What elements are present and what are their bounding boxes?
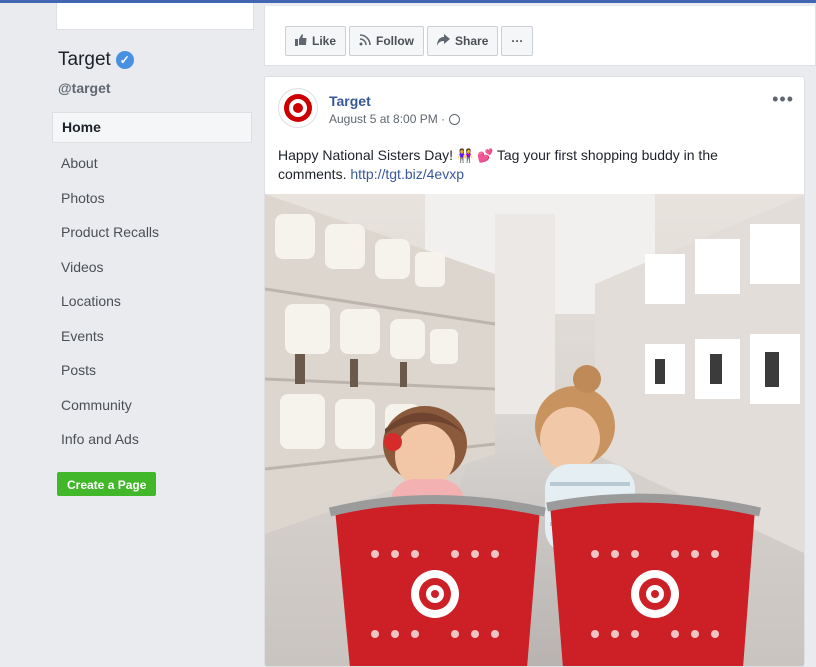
post-meta: August 5 at 8:00 PM ·	[329, 112, 461, 126]
more-actions-button[interactable]: ···	[501, 26, 534, 56]
sisters-emoji-icon: 👭	[456, 148, 474, 163]
sidebar-item-about[interactable]: About	[52, 146, 252, 181]
thumbs-up-icon	[295, 33, 307, 49]
hearts-emoji-icon: 💕	[477, 148, 494, 163]
globe-icon	[449, 113, 461, 125]
sidebar-item-community[interactable]: Community	[52, 388, 252, 423]
sidebar-item-info-and-ads[interactable]: Info and Ads	[52, 422, 252, 457]
sidebar-item-locations[interactable]: Locations	[52, 284, 252, 319]
create-page-button[interactable]: Create a Page	[57, 472, 157, 496]
rss-icon	[359, 33, 371, 49]
like-button[interactable]: Like	[285, 26, 347, 56]
post-timestamp[interactable]: August 5 at 8:00 PM ·	[329, 112, 445, 126]
share-arrow-icon	[437, 33, 451, 49]
post-author[interactable]: Target	[329, 93, 371, 109]
page-title[interactable]: Target ✓	[58, 49, 134, 71]
page-action-bar: Like Follow Share ···	[264, 6, 816, 66]
more-label: ···	[511, 34, 524, 48]
profile-picture-frame[interactable]	[56, 3, 254, 30]
page-name[interactable]: Target	[58, 49, 111, 71]
post-options-button[interactable]: •••	[772, 89, 794, 110]
post-text: Happy National Sisters Day! 👭 💕 Tag your…	[278, 146, 788, 184]
verified-check-icon: ✓	[115, 51, 134, 69]
like-label: Like	[312, 34, 337, 48]
main-column: Like Follow Share ··· Target August 5 at…	[257, 3, 816, 667]
page-nav: Home About Photos Product Recalls Videos…	[52, 112, 252, 457]
share-button[interactable]: Share	[427, 26, 499, 56]
post-text-start: Happy National Sisters Day!	[278, 147, 457, 163]
post-card: Target August 5 at 8:00 PM · ••• Happy N…	[264, 76, 805, 667]
target-logo-left	[411, 570, 459, 618]
post-photo[interactable]	[265, 194, 804, 666]
sidebar-item-posts[interactable]: Posts	[52, 353, 252, 388]
sidebar-item-home[interactable]: Home	[52, 112, 252, 143]
page-handle: @target	[58, 80, 111, 96]
post-link[interactable]: http://tgt.biz/4evxp	[350, 166, 464, 182]
page-avatar[interactable]	[278, 88, 318, 128]
follow-button[interactable]: Follow	[349, 26, 425, 56]
target-logo-right	[631, 570, 679, 618]
sidebar-item-videos[interactable]: Videos	[52, 250, 252, 285]
photo-illustration	[265, 194, 804, 666]
sidebar-item-events[interactable]: Events	[52, 319, 252, 354]
follow-label: Follow	[376, 34, 415, 48]
share-label: Share	[455, 34, 489, 48]
sidebar-item-product-recalls[interactable]: Product Recalls	[52, 215, 252, 250]
sidebar-item-photos[interactable]: Photos	[52, 181, 252, 216]
